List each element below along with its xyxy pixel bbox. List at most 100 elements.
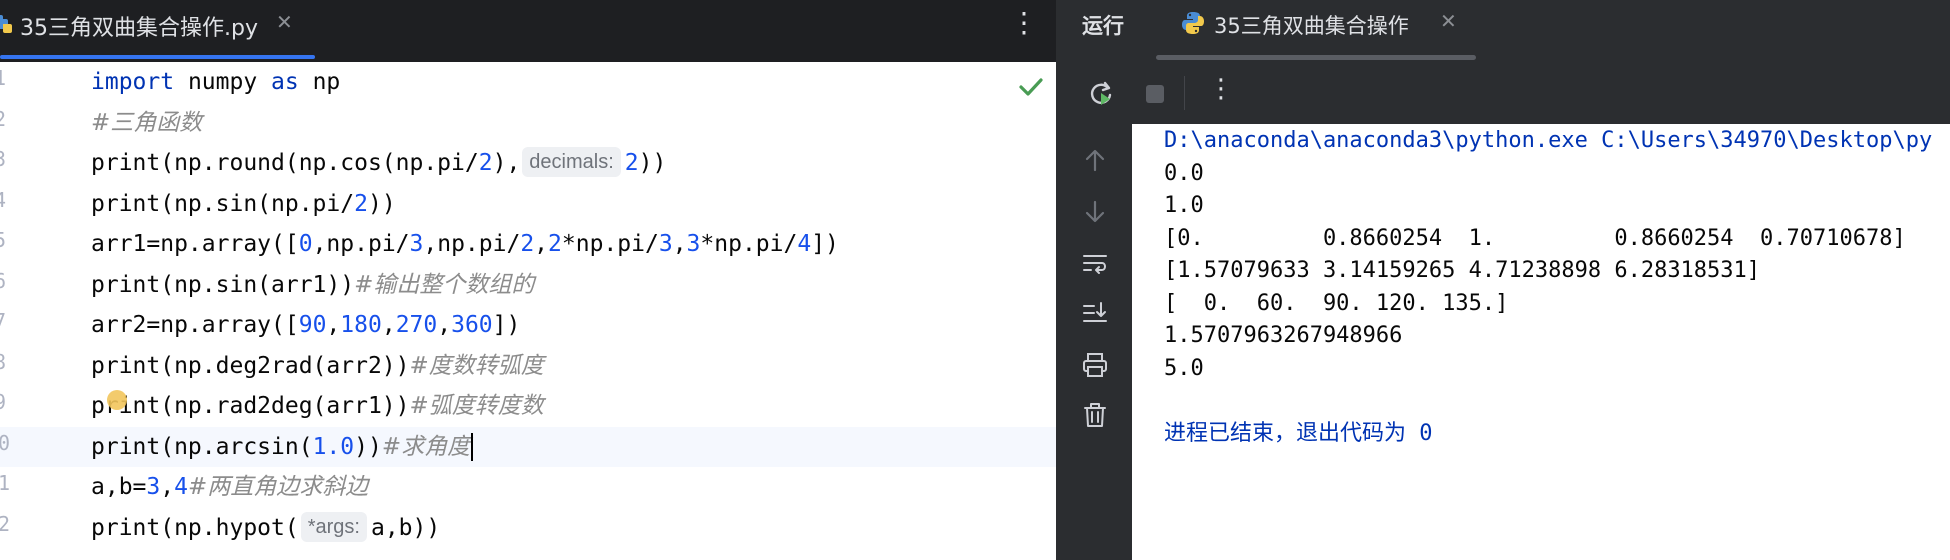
arrow-up-icon[interactable] (1080, 146, 1110, 176)
code-token: , (534, 231, 549, 257)
line-number[interactable]: 11 (0, 471, 10, 495)
code-text[interactable]: arr1=np.array([0,np.pi/3,np.pi/2,2*np.pi… (91, 228, 839, 260)
code-token: , (160, 474, 175, 500)
editor-tab-bar: 35三角双曲集合操作.py ✕ ⋮ (0, 0, 1058, 62)
code-line[interactable]: 6 print(np.sin(arr1))#输出整个数组的 (0, 265, 1058, 305)
code-token: ), (492, 150, 521, 176)
line-number[interactable]: 2 (0, 107, 6, 131)
code-line[interactable]: 7 arr2=np.array([90,180,270,360]) (0, 305, 1058, 345)
output-line: [ 0. 60. 90. 120. 135.] (1164, 290, 1509, 316)
code-line[interactable]: 2 #三角函数 (0, 103, 1058, 143)
code-line[interactable]: 4 print(np.sin(np.pi/2)) (0, 184, 1058, 224)
active-tab-indicator (0, 55, 315, 59)
python-file-icon (0, 15, 12, 33)
editor-tab[interactable]: 35三角双曲集合操作.py ✕ (0, 0, 315, 62)
code-text[interactable]: arr2=np.array([90,180,270,360]) (91, 309, 520, 341)
line-number[interactable]: 7 (0, 309, 6, 333)
code-token: , (437, 312, 452, 338)
line-number[interactable]: 10 (0, 431, 10, 455)
code-token: )) (367, 190, 396, 217)
number-token: 1.0 (312, 433, 355, 460)
number-token: 4 (174, 474, 188, 500)
code-token: ,np.pi/ (312, 231, 410, 257)
number-token: 270 (395, 312, 438, 338)
code-line[interactable]: 11 a,b=3,4#两直角边求斜边 (0, 467, 1058, 507)
intention-bulb-icon[interactable] (107, 390, 127, 410)
code-token: )) (354, 433, 382, 460)
line-number[interactable]: 4 (0, 188, 6, 212)
line-number[interactable]: 9 (0, 390, 6, 414)
output-line: [0. 0.8660254 1. 0.8660254 0.70710678] (1164, 225, 1906, 251)
code-token: ]) (492, 312, 521, 338)
code-token: a,b)) (370, 514, 441, 541)
parameter-hint: *args: (300, 511, 367, 542)
line-number[interactable]: 8 (0, 350, 6, 374)
code-text[interactable]: print(np.sin(arr1))#输出整个数组的 (91, 269, 534, 301)
line-number[interactable]: 12 (0, 512, 10, 536)
code-line[interactable]: 8 print(np.deg2rad(arr2))#度数转弧度 (0, 346, 1058, 386)
code-editor[interactable]: 35三角双曲集合操作.py ✕ ⋮ 1 import numpy as np 2 #三… (0, 0, 1058, 560)
comment-token: #三角函数 (91, 109, 203, 136)
scroll-to-end-icon[interactable] (1080, 298, 1110, 328)
code-text[interactable]: print(np.deg2rad(arr2))#度数转弧度 (91, 350, 544, 382)
output-line: 1.0 (1164, 193, 1204, 218)
close-tab-icon[interactable]: ✕ (276, 10, 293, 34)
number-token: 180 (340, 312, 382, 338)
code-text[interactable]: print(np.rad2deg(arr1))#弧度转度数 (91, 390, 544, 422)
code-line[interactable]: 10 print(np.arcsin(1.0))#求角度 (0, 426, 1058, 467)
print-icon[interactable] (1080, 350, 1110, 380)
number-token: 90 (298, 312, 327, 338)
soft-wrap-icon[interactable] (1080, 248, 1110, 278)
trash-icon[interactable] (1080, 400, 1110, 430)
number-token: 2 (354, 190, 368, 217)
code-token: a,b= (91, 474, 147, 500)
comment-token: #求角度 (381, 433, 471, 460)
line-number[interactable]: 3 (0, 147, 6, 171)
keyword-token: as (271, 69, 299, 95)
number-token: 3 (409, 231, 424, 257)
code-token: *np.pi/ (700, 231, 798, 257)
rerun-icon[interactable] (1086, 79, 1116, 109)
number-token: 3 (686, 231, 701, 257)
code-text[interactable]: print(np.sin(np.pi/2)) (91, 188, 396, 220)
code-line[interactable]: 12 print(np.hypot(*args:a,b)) (0, 508, 1058, 548)
code-token: , (381, 312, 396, 338)
code-token: print(np.arcsin( (91, 433, 313, 460)
code-line[interactable]: 9 print(np.rad2deg(arr1))#弧度转度数 (0, 386, 1058, 426)
code-line[interactable]: 5 arr1=np.array([0,np.pi/3,np.pi/2,2*np.p… (0, 224, 1058, 264)
arrow-down-icon[interactable] (1080, 196, 1110, 226)
more-options-icon[interactable]: ⋮ (1208, 72, 1234, 106)
code-token: ]) (811, 231, 839, 257)
code-text[interactable]: import numpy as np (91, 66, 340, 98)
number-token: 360 (451, 312, 493, 338)
line-number[interactable]: 1 (0, 66, 6, 90)
toolbar-separator (1184, 76, 1185, 110)
code-token: , (672, 231, 687, 257)
code-text[interactable]: print(np.arcsin(1.0))#求角度 (91, 431, 474, 463)
comment-token: #度数转弧度 (409, 352, 544, 379)
text-caret (471, 433, 474, 461)
editor-tab-label: 35三角双曲集合操作.py (20, 16, 258, 41)
close-run-tab-icon[interactable]: ✕ (1440, 9, 1457, 33)
stop-icon[interactable] (1140, 79, 1170, 109)
more-options-icon[interactable]: ⋮ (1010, 6, 1038, 40)
code-text[interactable]: a,b=3,4#两直角边求斜边 (91, 471, 368, 503)
output-line: 0.0 (1164, 160, 1204, 186)
python-icon (1182, 12, 1204, 34)
line-number[interactable]: 6 (0, 269, 6, 293)
code-line[interactable]: 3 print(np.round(np.cos(np.pi/2),decimals… (0, 143, 1058, 183)
comment-token: #输出整个数组的 (354, 271, 535, 298)
code-token: print(np.hypot( (91, 514, 299, 541)
code-text[interactable]: print(np.round(np.cos(np.pi/2), decimals:… (91, 147, 666, 179)
code-text[interactable]: print(np.hypot(*args: a,b)) (91, 511, 441, 544)
code-token: *np.pi/ (561, 231, 659, 257)
code-text[interactable]: #三角函数 (91, 107, 202, 139)
console-output[interactable]: D:\anaconda\anaconda3\python.exe C:\User… (1132, 124, 1950, 560)
number-token: 3 (658, 231, 673, 257)
code-area[interactable]: 1 import numpy as np 2 #三角函数 3 print(np.round… (0, 62, 1058, 560)
code-token: np (298, 69, 341, 95)
code-line[interactable]: 1 import numpy as np (0, 62, 1058, 102)
line-number[interactable]: 5 (0, 228, 6, 252)
checkmark-icon (1019, 78, 1043, 96)
code-token: ,np.pi/ (423, 231, 521, 257)
